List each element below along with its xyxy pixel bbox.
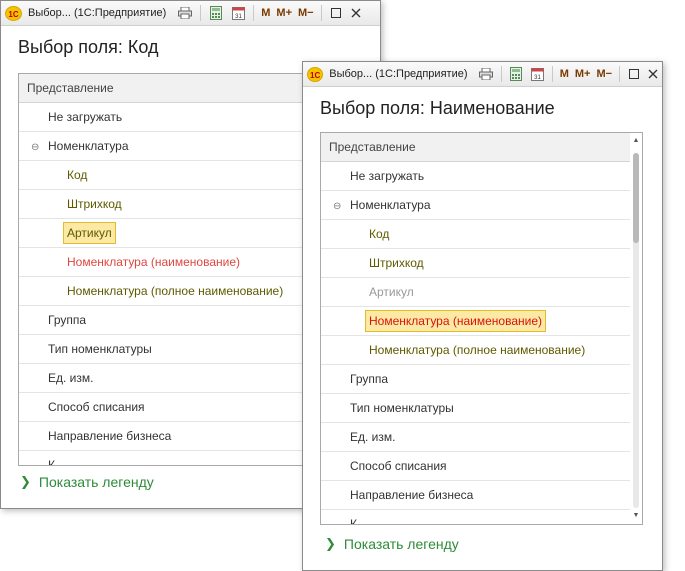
window-title: Выбор... (1С:Предприятие) [28,7,167,19]
memory-minus-button[interactable]: M− [298,7,314,19]
separator [500,66,502,82]
print-icon[interactable] [478,65,495,83]
show-legend-label: Показать легенду [38,474,154,490]
maximize-icon[interactable] [326,3,346,23]
form-title: Выбор поля: Код [18,37,159,57]
memory-m-button[interactable]: M [560,68,569,80]
table-row[interactable]: Код [321,220,642,249]
scroll-up-icon[interactable]: ▲ [630,135,642,147]
table-row[interactable]: Не загружать [321,162,642,191]
collapse-icon[interactable]: ⊖ [31,134,48,162]
title-bar: 1С Выбор... (1С:Предприятие) 31 M M+ M− [1,1,380,26]
fields-table[interactable]: Представление Не загружать ⊖ Номенклатура… [320,132,643,525]
print-icon[interactable] [176,4,194,22]
table-row[interactable]: Штрихкод [321,249,642,278]
separator [619,66,620,82]
separator [551,66,553,82]
table-row[interactable]: Номенклатура (полное наименование) [321,336,642,365]
1c-logo-icon: 1С [5,5,22,21]
table-row-group[interactable]: ⊖ Номенклатура [321,191,642,220]
chevron-right-icon: ❯ [20,474,31,489]
table-row[interactable]: Артикул [321,278,642,307]
show-legend-link[interactable]: ❯ Показать легенду [325,536,459,552]
vertical-scrollbar[interactable]: ▲ ▼ [630,133,642,524]
1c-logo-icon: 1С [307,66,324,82]
memory-plus-button[interactable]: M+ [575,68,591,80]
table-row[interactable]: Ед. изм. [321,423,642,452]
close-icon[interactable] [346,3,366,23]
scroll-thumb[interactable] [633,153,639,243]
show-legend-link[interactable]: ❯ Показать легенду [20,474,154,490]
memory-minus-button[interactable]: M− [596,68,612,80]
window-title: Выбор... (1С:Предприятие) [329,68,468,80]
calculator-icon[interactable] [508,65,525,83]
table-row-selected[interactable]: Номенклатура (наименование) [321,307,642,336]
close-icon[interactable] [643,64,662,84]
form-title: Выбор поля: Наименование [320,98,555,118]
selected-cell: Номенклатура (наименование) [365,310,547,332]
svg-text:31: 31 [235,14,242,20]
chevron-right-icon: ❯ [325,536,336,551]
title-bar: 1С Выбор... (1С:Предприятие) 31 M M+ M− [303,62,662,87]
selected-cell: Артикул [63,222,116,244]
memory-m-button[interactable]: M [261,7,270,19]
table-row[interactable]: К... [321,510,642,524]
table-row[interactable]: Способ списания [321,452,642,481]
svg-text:31: 31 [534,75,541,81]
calculator-icon[interactable] [207,4,225,22]
table-row[interactable]: Группа [321,365,642,394]
collapse-icon[interactable]: ⊖ [333,193,350,221]
separator [253,5,255,21]
calendar-icon[interactable]: 31 [229,4,247,22]
separator [320,5,322,21]
column-header[interactable]: Представление [321,133,642,162]
memory-plus-button[interactable]: M+ [276,7,292,19]
table-row[interactable]: Тип номенклатуры [321,394,642,423]
table-row[interactable]: Направление бизнеса [321,481,642,510]
calendar-icon[interactable]: 31 [529,65,546,83]
separator [200,5,202,21]
show-legend-label: Показать легенду [343,536,459,552]
maximize-icon[interactable] [624,64,643,84]
scroll-down-icon[interactable]: ▼ [630,510,642,522]
window-field-choice-name: 1С Выбор... (1С:Предприятие) 31 M M+ M− … [302,61,663,571]
